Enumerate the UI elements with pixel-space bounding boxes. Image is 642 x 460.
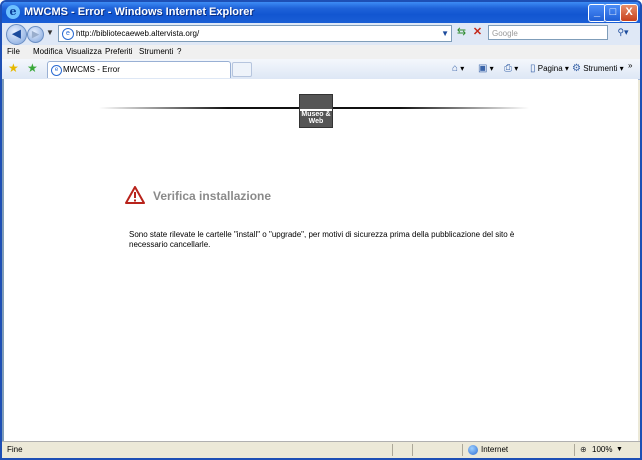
chevron-down-icon[interactable]: ▼ — [616, 442, 623, 458]
warning-message: Sono state rilevate le cartelle "install… — [129, 230, 515, 249]
back-button[interactable]: ◀ — [6, 24, 27, 45]
history-dropdown-icon[interactable]: ▼ — [46, 28, 54, 37]
menu-item-help[interactable]: ? — [177, 45, 181, 59]
menu-item-file[interactable]: File — [7, 45, 20, 59]
page-icon: ▯ — [530, 63, 536, 74]
close-button[interactable]: X — [620, 4, 638, 22]
tab-bar: ★ ★ e MWCMS - Error ⌂ ▾ ▣ ▾ ⎙ ▾ ▯ Pagina… — [2, 59, 640, 80]
add-favorites-icon[interactable]: ★ — [27, 61, 38, 75]
menu-item-preferiti[interactable]: Preferiti — [105, 45, 133, 59]
chevron-down-icon[interactable]: ▼ — [441, 26, 449, 41]
stop-icon[interactable]: ✕ — [470, 25, 485, 40]
menu-bar: File Modifica Visualizza Preferiti Strum… — [2, 45, 640, 59]
zoom-icon[interactable]: ⊕ — [580, 442, 587, 458]
menu-item-modifica[interactable]: Modifica — [33, 45, 63, 59]
new-tab-button[interactable] — [232, 62, 252, 77]
title-bar[interactable]: e MWCMS - Error - Windows Internet Explo… — [2, 2, 640, 23]
refresh-icon[interactable]: ⇆ — [454, 25, 469, 40]
status-divider — [392, 444, 393, 456]
status-divider — [574, 444, 575, 456]
logo-text: Museo & Web — [301, 111, 331, 125]
status-bar: Fine Internet ⊕ 100% ▼ — [2, 441, 640, 458]
search-icon[interactable]: ⚲▾ — [612, 25, 634, 40]
page-icon: e — [62, 28, 74, 40]
zoom-level[interactable]: 100% — [592, 442, 612, 458]
menu-item-visualizza[interactable]: Visualizza — [66, 45, 102, 59]
security-zone-label[interactable]: Internet — [481, 442, 508, 458]
address-toolbar: ◀ ▶ ▼ e http://bibliotecaeweb.altervista… — [2, 23, 640, 45]
museo-web-logo: Museo & Web — [299, 94, 333, 128]
search-input[interactable]: Google — [488, 25, 608, 40]
page-menu-label: Pagina — [537, 64, 563, 73]
ie-page-icon: e — [51, 65, 62, 76]
printer-icon: ⎙ — [504, 63, 512, 74]
ie-logo-icon: e — [6, 5, 20, 19]
chevron-more-icon[interactable]: » — [628, 59, 632, 73]
tools-menu-button[interactable]: ⚙ Strumenti ▾ — [572, 62, 624, 76]
browser-window: e MWCMS - Error - Windows Internet Explo… — [0, 0, 642, 460]
rss-icon: ▣ — [478, 63, 488, 74]
internet-zone-icon — [468, 445, 478, 455]
tab-mwcms-error[interactable]: e MWCMS - Error — [47, 61, 231, 78]
tab-label: MWCMS - Error — [63, 65, 120, 74]
home-button[interactable]: ⌂ ▾ — [452, 62, 464, 76]
page-menu-button[interactable]: ▯ Pagina ▾ — [530, 62, 569, 76]
url-text[interactable]: http://bibliotecaeweb.altervista.org/ — [76, 26, 199, 41]
favorites-star-icon[interactable]: ★ — [8, 61, 19, 75]
address-input[interactable]: e http://bibliotecaeweb.altervista.org/ … — [58, 25, 452, 42]
menu-item-strumenti[interactable]: Strumenti — [139, 45, 173, 59]
gear-icon: ⚙ — [572, 63, 581, 74]
forward-button[interactable]: ▶ — [27, 26, 44, 43]
warning-icon — [125, 186, 145, 204]
window-title: MWCMS - Error - Windows Internet Explore… — [24, 6, 254, 18]
status-divider — [462, 444, 463, 456]
page-heading: Verifica installazione — [153, 189, 272, 203]
print-button[interactable]: ⎙ ▾ — [504, 62, 518, 76]
tools-menu-label: Strumenti — [583, 64, 618, 73]
status-divider — [412, 444, 413, 456]
status-text: Fine — [7, 445, 23, 454]
page-content: Museo & Web Verifica installazione Sono … — [2, 79, 638, 441]
feeds-button[interactable]: ▣ ▾ — [478, 62, 494, 76]
home-icon: ⌂ — [452, 63, 459, 74]
